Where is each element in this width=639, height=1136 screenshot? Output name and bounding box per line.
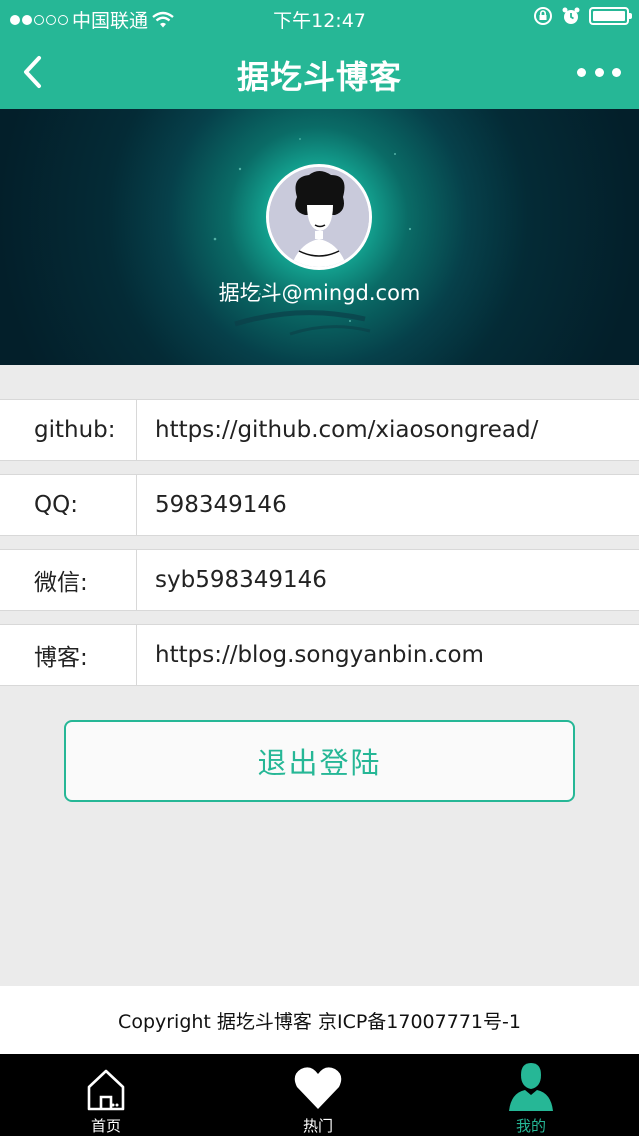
tab-label: 我的 — [515, 1117, 546, 1135]
tab-home[interactable]: 首页 — [46, 1054, 166, 1136]
heart-icon — [294, 1067, 342, 1109]
info-value[interactable]: https://blog.songyanbin.com — [137, 642, 484, 668]
profile-email: 据圪斗@mingd.com — [218, 281, 421, 305]
avatar[interactable] — [266, 164, 372, 270]
tab-mine[interactable]: 我的 — [471, 1054, 591, 1136]
copyright-footer: Copyright 据圪斗博客 京ICP备17007771号-1 — [0, 986, 639, 1054]
battery-icon — [589, 7, 632, 25]
info-label: 博客: — [0, 625, 137, 685]
tab-bar: 首页 热门 我的 — [0, 1054, 639, 1136]
info-label: QQ: — [0, 475, 137, 535]
info-label: 微信: — [0, 550, 137, 610]
info-value[interactable]: syb598349146 — [137, 567, 327, 593]
info-value[interactable]: https://github.com/xiaosongread/ — [137, 417, 538, 443]
orientation-lock-icon — [534, 7, 552, 25]
info-label: github: — [0, 400, 137, 460]
logout-button[interactable]: 退出登陆 — [64, 720, 575, 802]
home-icon — [87, 1069, 125, 1111]
alarm-icon — [562, 7, 580, 24]
page-title: 据圪斗博客 — [236, 58, 402, 96]
tab-label: 热门 — [302, 1117, 333, 1135]
info-row-blog: 博客: https://blog.songyanbin.com — [0, 624, 639, 686]
info-row-github: github: https://github.com/xiaosongread/ — [0, 399, 639, 461]
tab-hot[interactable]: 热门 — [258, 1054, 378, 1136]
avatar-illustration — [269, 167, 369, 267]
user-icon — [509, 1063, 553, 1111]
navigation-bar: 据圪斗博客 — [0, 36, 639, 109]
info-value[interactable]: 598349146 — [137, 492, 287, 518]
tab-label: 首页 — [90, 1117, 121, 1135]
status-bar: 中国联通 下午12:47 — [0, 0, 639, 36]
info-row-qq: QQ: 598349146 — [0, 474, 639, 536]
profile-banner: 据圪斗@mingd.com — [0, 109, 639, 365]
info-row-wechat: 微信: syb598349146 — [0, 549, 639, 611]
more-button[interactable] — [577, 58, 621, 86]
more-dots-icon — [577, 67, 586, 77]
